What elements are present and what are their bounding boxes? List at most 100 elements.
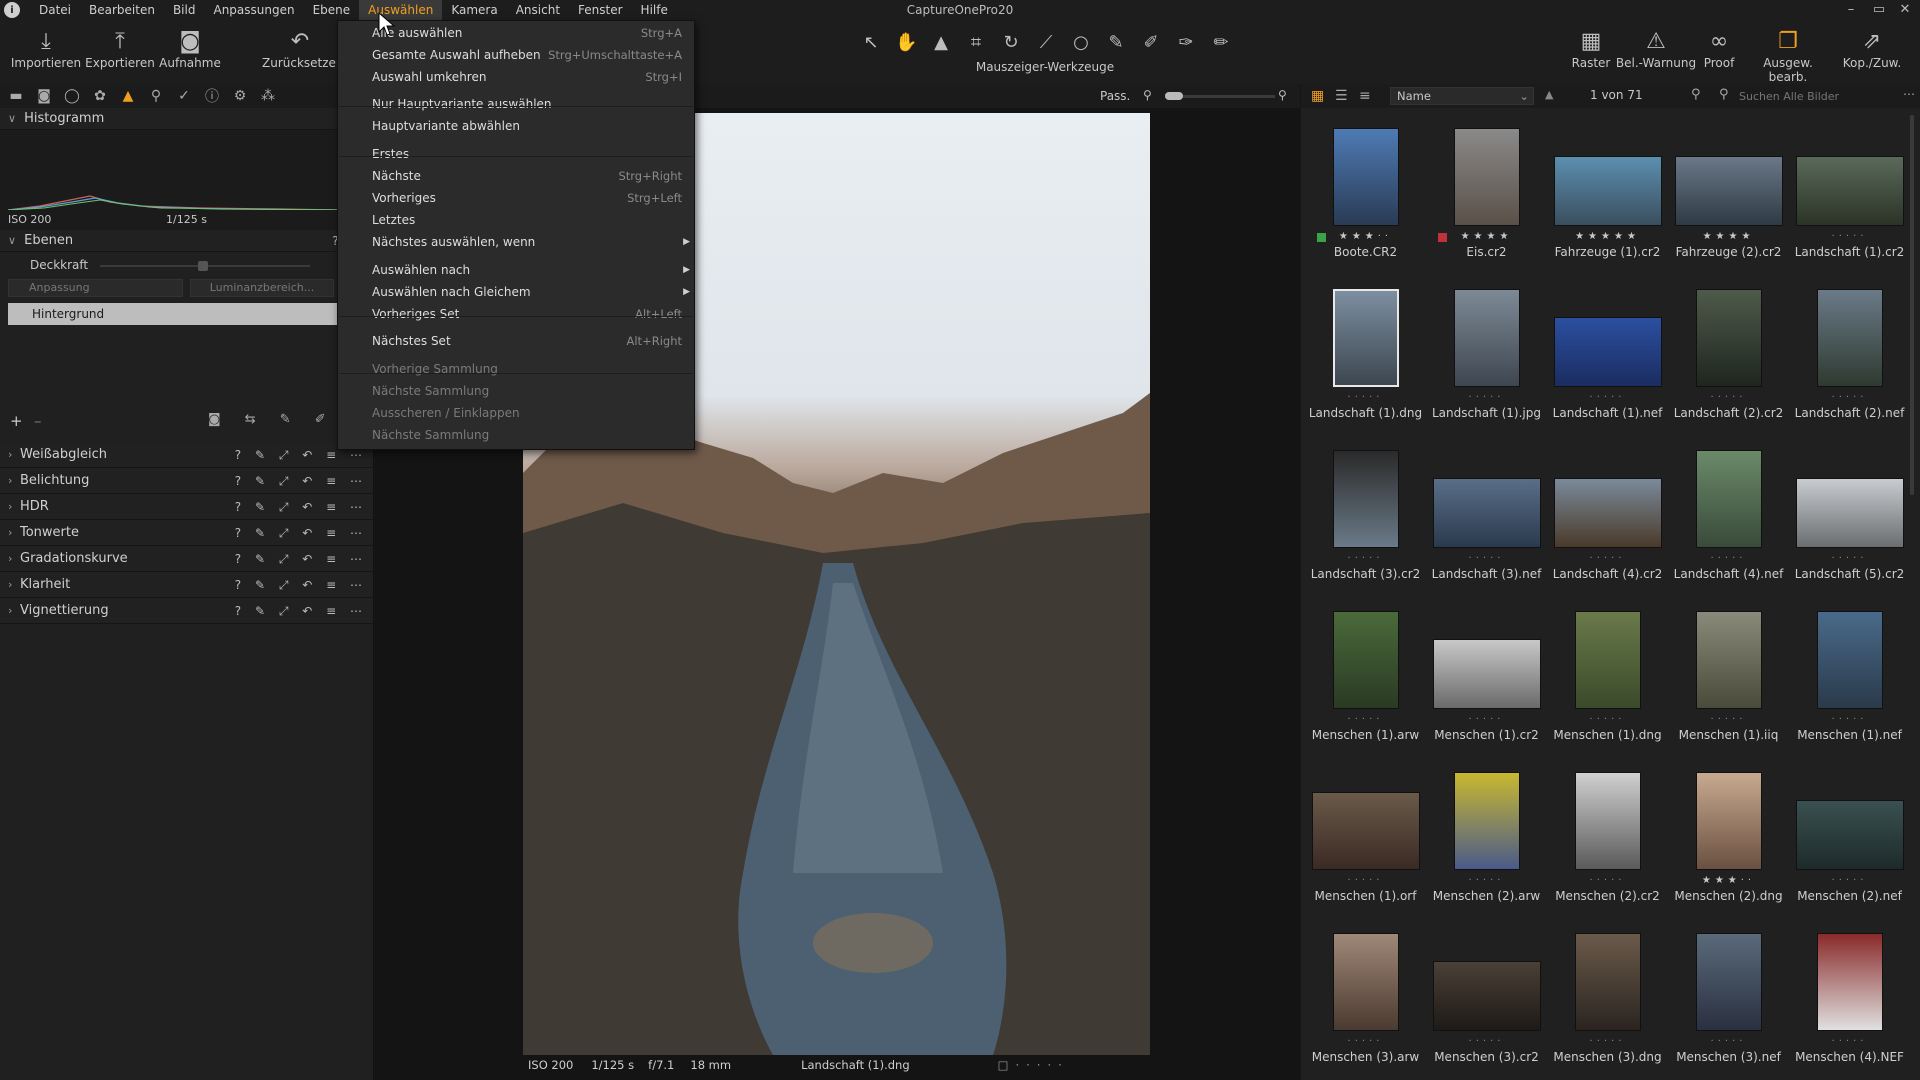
- layers-header[interactable]: ∨ Ebenen ? ⤢: [0, 230, 373, 252]
- thumbnail-item[interactable]: ★★★★ Eis.cr2: [1426, 128, 1547, 288]
- annotation-icon[interactable]: ✏: [1210, 32, 1232, 53]
- thumbnail-rating[interactable]: ·····: [1305, 875, 1426, 886]
- menu-ebene[interactable]: Ebene: [304, 0, 360, 20]
- menu-option-10[interactable]: Auswählen nach ▶: [372, 260, 690, 280]
- section-tool-icons[interactable]: ? ✎ ⤢ ↶ ≡ ⋯: [235, 520, 367, 546]
- section-tool-icons[interactable]: ? ✎ ⤢ ↶ ≡ ⋯: [235, 468, 367, 494]
- thumbnail-item[interactable]: ★★★·· Boote.CR2: [1305, 128, 1426, 288]
- menu-option-11[interactable]: Auswählen nach Gleichem ▶: [372, 282, 690, 302]
- luminance-range-button[interactable]: Luminanzbereich...: [190, 279, 334, 297]
- thumbnail-rating[interactable]: ·····: [1789, 231, 1906, 242]
- histogram-header[interactable]: ∨ Histogramm: [0, 108, 373, 130]
- menu-option-1[interactable]: Gesamte Auswahl aufheben Strg+Umschalttas…: [372, 45, 682, 65]
- thumbnail-item[interactable]: ····· Menschen (3).dng: [1547, 933, 1668, 1080]
- spot-removal-icon[interactable]: ○: [1070, 32, 1092, 53]
- menu-option-9[interactable]: Nächstes auswählen, wenn ▶: [372, 232, 690, 252]
- thumbnail-item[interactable]: ····· Menschen (1).orf: [1305, 772, 1426, 932]
- maximize-button[interactable]: ▭: [1866, 0, 1892, 20]
- thumbnail-item[interactable]: ····· Menschen (1).cr2: [1426, 611, 1547, 771]
- thumbnail-rating[interactable]: ·····: [1668, 553, 1789, 564]
- clone-icon[interactable]: ✐: [1140, 32, 1162, 53]
- hand-pan-icon[interactable]: ✋: [895, 32, 917, 53]
- proof-button[interactable]: ∞ Proof: [1694, 28, 1744, 70]
- thumbnail-rating[interactable]: ·····: [1547, 714, 1668, 725]
- thumbnail-rating[interactable]: ·····: [1426, 553, 1547, 564]
- list-view-icon[interactable]: ☰: [1335, 88, 1348, 104]
- thumbnail-rating[interactable]: ★★★★★: [1547, 231, 1668, 242]
- thumbnail-item[interactable]: ····· Menschen (1).iiq: [1668, 611, 1789, 771]
- reset-button[interactable]: ↶ Zurücksetzen: [262, 28, 344, 70]
- thumbnail-rating[interactable]: ·····: [1547, 875, 1668, 886]
- thumbnail-rating[interactable]: ·····: [1426, 714, 1547, 725]
- color-tag-red[interactable]: [1438, 233, 1447, 242]
- thumbnail-rating[interactable]: ·····: [1789, 714, 1906, 725]
- section-tool-icons[interactable]: ? ✎ ⤢ ↶ ≡ ⋯: [235, 572, 367, 598]
- section-tool-icons[interactable]: ? ✎ ⤢ ↶ ≡ ⋯: [235, 494, 367, 520]
- select-arrow-icon[interactable]: ↖: [860, 32, 882, 53]
- thumbnail-rating[interactable]: ·····: [1305, 1036, 1426, 1047]
- menu-option-0[interactable]: Alle auswählen Strg+A: [372, 23, 682, 43]
- thumbnail-item[interactable]: ★★★★ Fahrzeuge (2).cr2: [1668, 128, 1789, 288]
- thumbnail-item[interactable]: ····· Menschen (1).arw: [1305, 611, 1426, 771]
- thumbnail-rating[interactable]: ·····: [1305, 392, 1426, 403]
- filter-search-icon[interactable]: ⚲: [1691, 87, 1701, 102]
- remove-layer-icon[interactable]: –: [34, 412, 42, 430]
- thumbnail-rating[interactable]: ·····: [1789, 553, 1906, 564]
- keystone-icon[interactable]: ⟋: [1035, 32, 1057, 53]
- picker-icon[interactable]: ✑: [1175, 32, 1197, 53]
- exposure-tab-icon[interactable]: ▲: [118, 88, 138, 104]
- zoom-in-icon[interactable]: ⚲: [1278, 88, 1287, 102]
- section-3[interactable]: › Tonwerte ? ✎ ⤢ ↶ ≡ ⋯: [0, 520, 373, 546]
- menu-option-4[interactable]: Hauptvariante abwählen: [372, 116, 682, 136]
- thumbnail-item[interactable]: ····· Menschen (2).arw: [1426, 772, 1547, 932]
- section-1[interactable]: › Belichtung ? ✎ ⤢ ↶ ≡ ⋯: [0, 468, 373, 494]
- menu-fenster[interactable]: Fenster: [569, 0, 632, 20]
- opacity-slider-handle[interactable]: [198, 261, 208, 271]
- crop-icon[interactable]: ⌗: [965, 32, 987, 53]
- thumbnail-rating[interactable]: ·····: [1668, 714, 1789, 725]
- output-tab-icon[interactable]: ⚙: [230, 88, 250, 104]
- grid-view-icon[interactable]: ▦: [1311, 88, 1324, 104]
- thumbnail-item[interactable]: ★★★·· Menschen (2).dng: [1668, 772, 1789, 932]
- section-2[interactable]: › HDR ? ✎ ⤢ ↶ ≡ ⋯: [0, 494, 373, 520]
- rotate-icon[interactable]: ↻: [1000, 32, 1022, 53]
- thumbnail-item[interactable]: ····· Menschen (2).cr2: [1547, 772, 1668, 932]
- lens-tab-icon[interactable]: ◯: [62, 88, 82, 104]
- adjustments-tab-icon[interactable]: ✓: [174, 88, 194, 104]
- color-tag-green[interactable]: [1317, 233, 1326, 242]
- menu-bild[interactable]: Bild: [164, 0, 205, 20]
- thumbnail-item[interactable]: ····· Menschen (4).NEF: [1789, 933, 1906, 1080]
- thumbnail-item[interactable]: ····· Landschaft (1).jpg: [1426, 289, 1547, 449]
- thumbnail-item[interactable]: ····· Menschen (3).nef: [1668, 933, 1789, 1080]
- sort-select[interactable]: Name ⌄: [1390, 87, 1534, 105]
- more-options-icon[interactable]: ⋯: [1903, 87, 1915, 101]
- section-tool-icons[interactable]: ? ✎ ⤢ ↶ ≡ ⋯: [235, 598, 367, 624]
- menu-datei[interactable]: Datei: [30, 0, 80, 20]
- thumbnail-rating[interactable]: ·····: [1426, 875, 1547, 886]
- copy-apply-button[interactable]: ⇗ Kop./Zuw.: [1834, 28, 1910, 70]
- color-tab-icon[interactable]: ✿: [90, 88, 110, 104]
- edit-selected-button[interactable]: ❐ Ausgew. bearb.: [1742, 28, 1834, 84]
- grid-button[interactable]: ▦ Raster: [1566, 28, 1616, 70]
- brush-icon[interactable]: ✎: [1105, 32, 1127, 53]
- section-0[interactable]: › Weißabgleich? ✎ ⤢ ↶ ≡ ⋯: [0, 442, 373, 468]
- thumbnail-item[interactable]: ····· Landschaft (1).dng: [1305, 289, 1426, 449]
- capture-button[interactable]: ◙ Aufnahme: [158, 28, 222, 70]
- menu-option-7[interactable]: Vorheriges Strg+Left: [372, 188, 682, 208]
- batch-tab-icon[interactable]: ⁂: [258, 88, 278, 104]
- add-layer-icon[interactable]: +: [10, 412, 23, 430]
- loupe-icon[interactable]: ▲: [930, 32, 952, 53]
- sort-direction-icon[interactable]: ▲: [1545, 88, 1553, 101]
- thumbnail-item[interactable]: ····· Landschaft (2).nef: [1789, 289, 1906, 449]
- menu-option-5[interactable]: Erstes: [372, 144, 682, 164]
- menu-option-13[interactable]: Nächstes Set Alt+Right: [372, 331, 682, 351]
- capture-tab-icon[interactable]: ◙: [34, 88, 54, 104]
- thumbnail-item[interactable]: ····· Menschen (1).nef: [1789, 611, 1906, 771]
- thumbnail-rating[interactable]: ·····: [1547, 553, 1668, 564]
- layer-row-background[interactable]: Hintergrund: [8, 303, 338, 325]
- thumbnail-rating[interactable]: ·····: [1305, 714, 1426, 725]
- thumbnail-item[interactable]: ····· Landschaft (4).nef: [1668, 450, 1789, 610]
- adjustment-select[interactable]: Anpassung: [8, 279, 183, 297]
- search-input[interactable]: [1737, 87, 1897, 105]
- menu-hilfe[interactable]: Hilfe: [632, 0, 677, 20]
